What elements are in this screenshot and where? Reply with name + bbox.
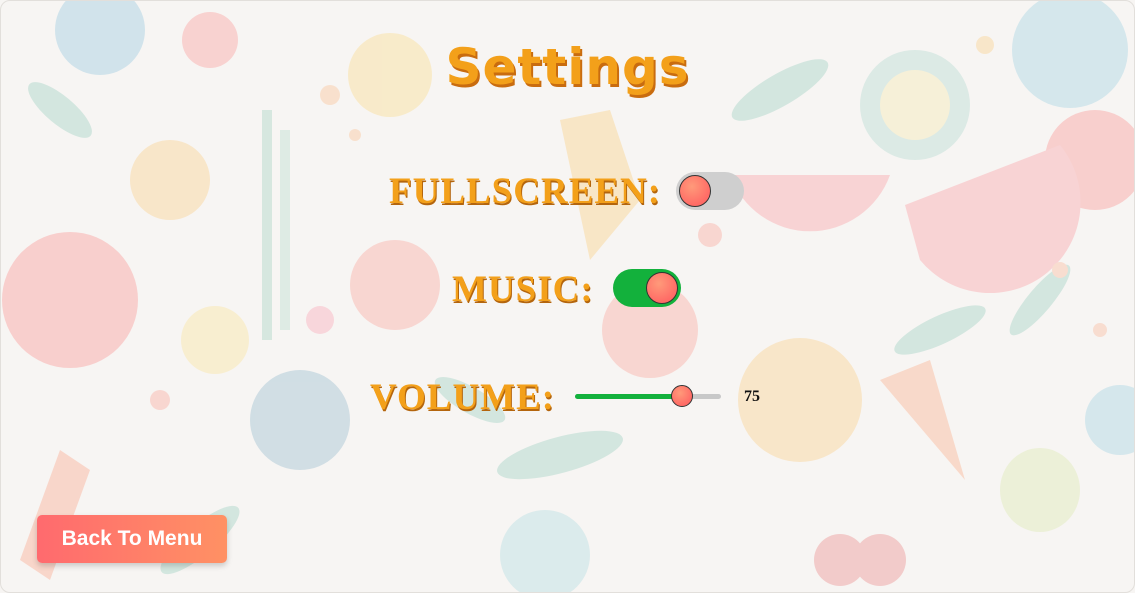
volume-value: 75 [744, 388, 760, 405]
fullscreen-toggle[interactable] [676, 172, 744, 210]
fullscreen-label: FULLSCREEN: [389, 171, 662, 212]
back-to-menu-button[interactable]: Back To Menu [37, 515, 227, 563]
page-title: Settings [445, 38, 690, 96]
fullscreen-toggle-knob [679, 175, 711, 207]
volume-slider-thumb[interactable] [670, 385, 693, 407]
volume-label: VOLUME: [370, 377, 556, 418]
volume-slider[interactable] [575, 385, 721, 407]
music-label: MUSIC: [452, 269, 594, 310]
music-toggle-knob [646, 272, 678, 304]
volume-slider-fill [575, 394, 682, 399]
music-toggle[interactable] [613, 269, 681, 307]
